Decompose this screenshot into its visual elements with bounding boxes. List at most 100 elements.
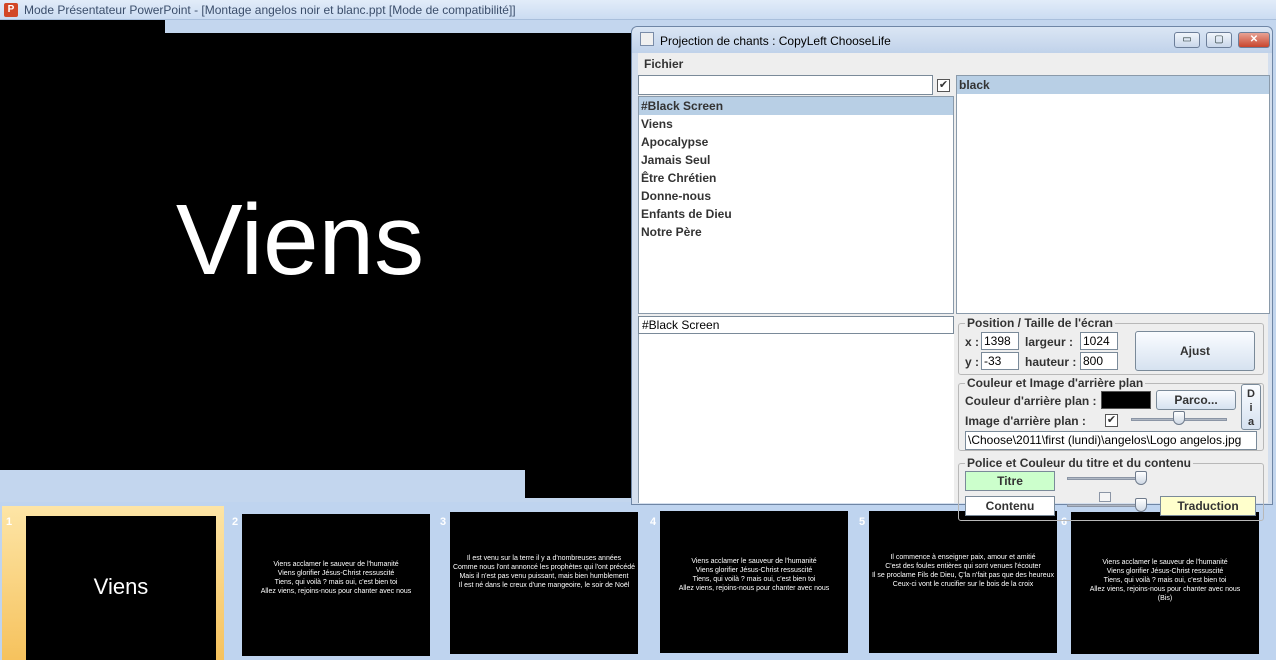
powerpoint-titlebar: P Mode Présentateur PowerPoint - [Montag… <box>0 0 1276 20</box>
background-image-path[interactable]: \Choose\2011\first (lundi)\angelos\Logo … <box>965 431 1257 450</box>
background-opacity-slider-thumb[interactable] <box>1173 411 1185 425</box>
slide-text-line: Viens <box>93 574 149 599</box>
background-image-label: Image d'arrière plan : <box>965 414 1086 428</box>
slide-thumbnail-6[interactable]: 6 Viens acclamer le sauveur de l'humanité… <box>1057 506 1263 660</box>
content-slider-handle[interactable] <box>1099 492 1111 502</box>
song-list-item[interactable]: Donne-nous <box>639 187 953 205</box>
height-label: hauteur : <box>1025 355 1077 369</box>
adjust-button[interactable]: Ajust <box>1135 331 1255 371</box>
slide-thumbnail-content: Viens acclamer le sauveur de l'humanité V… <box>242 514 430 656</box>
slide-text-line: Viens acclamer le sauveur de l'humanité <box>1102 559 1228 566</box>
title-size-slider-thumb[interactable] <box>1135 471 1147 485</box>
song-list-item[interactable]: Enfants de Dieu <box>639 205 953 223</box>
side-button-letter: a <box>1247 416 1255 428</box>
width-label: largeur : <box>1025 335 1074 349</box>
song-list-item[interactable]: Apocalypse <box>639 133 953 151</box>
minimize-button[interactable]: ▭ <box>1174 32 1200 48</box>
title-color-button[interactable]: Titre <box>965 471 1055 491</box>
java-app-icon <box>640 32 654 46</box>
position-group-label: Position / Taille de l'écran <box>965 316 1116 330</box>
font-group: Police et Couleur du titre et du contenu… <box>958 456 1264 521</box>
slide-text-line: Viens acclamer le sauveur de l'humanité <box>273 561 399 568</box>
font-group-label: Police et Couleur du titre et du contenu <box>965 456 1194 470</box>
maximize-button[interactable]: ▢ <box>1206 32 1232 48</box>
side-button[interactable]: D i a <box>1241 384 1261 430</box>
slide-text-line: Ceux-ci vont le crucifier sur le bois de… <box>892 581 1034 588</box>
close-button[interactable]: ✕ <box>1238 32 1270 48</box>
slide-thumbnail-3[interactable]: 3 Il est venu sur la terre il y a d'nombr… <box>436 506 642 660</box>
slide-edge <box>525 470 633 498</box>
slide-number: 1 <box>6 516 13 528</box>
slide-text-line: Viens glorifier Jésus-Christ ressuscité <box>1106 568 1224 575</box>
background-color-label: Couleur d'arrière plan : <box>965 394 1097 408</box>
slide-text-line: Il commence à enseigner paix, amour et a… <box>890 554 1036 561</box>
slide-number: 5 <box>859 516 866 528</box>
width-field[interactable]: 1024 <box>1080 332 1118 350</box>
slide-text-line: Viens acclamer le sauveur de l'humanité <box>691 558 817 565</box>
song-list[interactable]: #Black Screen Viens Apocalypse Jamais Seul Ê… <box>638 96 954 314</box>
y-label: y : <box>965 355 980 369</box>
slide-list-item[interactable]: black <box>957 76 1269 94</box>
slide-thumbnail-2[interactable]: 2 Viens acclamer le sauveur de l'humanité… <box>228 506 434 660</box>
translation-color-button[interactable]: Traduction <box>1160 496 1256 516</box>
song-list-item[interactable]: #Black Screen <box>639 97 953 115</box>
slide-number: 4 <box>650 516 657 528</box>
position-group: Position / Taille de l'écran x : 1398 la… <box>958 316 1264 375</box>
slide-text-line: Il est né dans le creux d'une mangeoire,… <box>458 582 630 589</box>
background-image-checkbox[interactable]: ✔ <box>1105 414 1118 427</box>
browse-button[interactable]: Parco... <box>1156 390 1236 410</box>
slide-text-line: Comme nous l'ont annoncé les prophètes q… <box>452 564 636 571</box>
slide-text-line: Mais il n'est pas venu puissant, mais bi… <box>459 573 629 580</box>
chant-projection-window: Projection de chants : CopyLeft ChooseLi… <box>631 26 1273 521</box>
song-list-item[interactable]: Être Chrétien <box>639 169 953 187</box>
slide-thumbnail-content: Il est venu sur la terre il y a d'nombre… <box>450 512 638 654</box>
content-color-button[interactable]: Contenu <box>965 496 1055 516</box>
slide-edge <box>20 20 165 33</box>
slide-text-line: Allez viens, rejoins-nous pour chanter a… <box>1089 586 1241 593</box>
x-label: x : <box>965 335 980 349</box>
slide-thumbnail-4[interactable]: 4 Viens acclamer le sauveur de l'humanité… <box>646 506 852 660</box>
background-group: Couleur et Image d'arrière plan Couleur … <box>958 376 1264 451</box>
slide-text-line: Il est venu sur la terre il y a d'nombre… <box>466 555 622 562</box>
slide-text-line: Viens glorifier Jésus-Christ ressuscité <box>695 567 813 574</box>
side-button-letter: D <box>1247 388 1255 400</box>
slide-text-line: Allez viens, rejoins-nous pour chanter a… <box>678 585 830 592</box>
content-size-slider-thumb[interactable] <box>1135 498 1147 512</box>
background-group-label: Couleur et Image d'arrière plan <box>965 376 1146 390</box>
song-list-item[interactable]: Jamais Seul <box>639 151 953 169</box>
slide-number: 2 <box>232 516 239 528</box>
current-slide-preview: Viens <box>0 33 633 470</box>
side-button-letter: i <box>1249 402 1253 414</box>
song-list-item[interactable]: Notre Père <box>639 223 953 241</box>
slide-thumbnail-strip[interactable]: 1 Viens 2 Viens acclamer le sauveur de l'hu… <box>0 502 1276 660</box>
slide-text-line: Tiens, qui voilà ? mais oui, c'est bien … <box>1103 577 1227 584</box>
filter-checkbox[interactable]: ✔ <box>937 79 950 92</box>
slide-number: 3 <box>440 516 447 528</box>
slide-thumbnail-1[interactable]: 1 Viens <box>2 506 224 660</box>
song-list-item[interactable]: Viens <box>639 115 953 133</box>
slide-thumbnail-5[interactable]: 5 Il commence à enseigner paix, amour et … <box>855 506 1061 660</box>
slide-text-line: (Bis) <box>1157 595 1173 602</box>
current-slide-text: Viens <box>175 184 425 296</box>
check-icon: ✔ <box>1106 414 1117 426</box>
x-field[interactable]: 1398 <box>981 332 1019 350</box>
powerpoint-window-title: Mode Présentateur PowerPoint - [Montage … <box>24 3 516 17</box>
menubar: Fichier <box>638 53 1268 75</box>
slide-thumbnail-content: Viens acclamer le sauveur de l'humanité V… <box>1071 512 1259 654</box>
height-field[interactable]: 800 <box>1080 352 1118 370</box>
menu-fichier[interactable]: Fichier <box>644 57 683 71</box>
slide-thumbnail-content: Viens <box>26 516 216 660</box>
song-search-input[interactable] <box>638 75 933 95</box>
slide-text-line: Tiens, qui voilà ? mais oui, c'est bien … <box>692 576 816 583</box>
current-title-field[interactable]: #Black Screen <box>638 316 954 334</box>
slide-text-line: Tiens, qui voilà ? mais oui, c'est bien … <box>274 579 398 586</box>
background-color-swatch[interactable] <box>1101 391 1151 409</box>
y-field[interactable]: -33 <box>981 352 1019 370</box>
check-icon: ✔ <box>938 79 949 91</box>
app-titlebar: Projection de chants : CopyLeft ChooseLi… <box>632 27 1272 53</box>
slide-list[interactable]: black <box>956 75 1270 314</box>
app-content: Fichier ✔ #Black Screen Viens Apocalypse Ja… <box>638 53 1270 521</box>
slide-thumbnail-content: Il commence à enseigner paix, amour et a… <box>869 511 1057 653</box>
slide-text-line: Il se proclame Fils de Dieu, Ç'la n'fait… <box>871 572 1055 579</box>
lyrics-area[interactable] <box>638 334 954 503</box>
